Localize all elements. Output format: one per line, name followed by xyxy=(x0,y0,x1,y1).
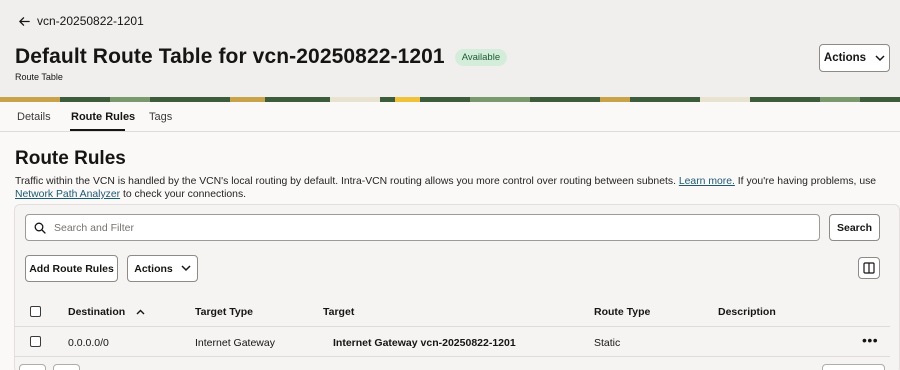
search-icon xyxy=(34,222,46,234)
page-title: Default Route Table for vcn-20250822-120… xyxy=(15,45,445,68)
column-settings-button[interactable] xyxy=(858,257,880,279)
column-header-label: Destination xyxy=(68,306,126,318)
table-header-divider xyxy=(14,326,890,327)
header-actions-button[interactable]: Actions xyxy=(819,44,890,72)
description-text-1: Traffic within the VCN is handled by the… xyxy=(15,176,676,187)
column-header-destination[interactable]: Destination xyxy=(68,306,145,318)
status-badge: Available xyxy=(454,48,508,66)
table-actions-label: Actions xyxy=(134,262,173,275)
sort-ascending-icon xyxy=(136,309,145,315)
cell-target[interactable]: Internet Gateway vcn-20250822-1201 xyxy=(333,337,516,349)
search-input[interactable] xyxy=(54,221,754,234)
description-text-3: to check your connections. xyxy=(123,189,247,200)
column-header-route-type[interactable]: Route Type xyxy=(594,306,650,318)
back-link-label: vcn-20250822-1201 xyxy=(37,14,144,28)
add-route-rules-button[interactable]: Add Route Rules xyxy=(25,255,118,282)
columns-icon xyxy=(863,262,875,274)
section-description: Traffic within the VCN is handled by the… xyxy=(15,175,890,201)
chevron-down-icon xyxy=(875,54,885,61)
learn-more-link[interactable]: Learn more. xyxy=(679,176,735,187)
search-button[interactable]: Search xyxy=(829,214,880,241)
pagination-previous-button[interactable] xyxy=(19,364,46,370)
arrow-left-icon xyxy=(19,16,30,26)
select-all-checkbox[interactable] xyxy=(30,306,41,317)
cell-destination: 0.0.0.0/0 xyxy=(68,337,109,349)
tab-tags[interactable]: Tags xyxy=(149,111,172,123)
page-subtitle: Route Table xyxy=(15,72,63,82)
tab-details[interactable]: Details xyxy=(17,111,51,123)
page-header: vcn-20250822-1201 Default Route Table fo… xyxy=(0,0,900,97)
column-header-target[interactable]: Target xyxy=(323,306,354,318)
page-size-select[interactable] xyxy=(822,364,885,370)
description-text-2: If you're having problems, use xyxy=(737,176,877,187)
back-link[interactable]: vcn-20250822-1201 xyxy=(18,14,144,28)
network-path-analyzer-link[interactable]: Network Path Analyzer xyxy=(15,189,120,200)
row-actions-menu-icon[interactable]: ••• xyxy=(862,333,878,347)
table-actions-button[interactable]: Actions xyxy=(127,255,198,282)
search-field[interactable] xyxy=(25,214,820,241)
column-header-target-type[interactable]: Target Type xyxy=(195,306,253,318)
table-row-divider xyxy=(14,356,890,357)
tab-bar: Details Route Rules Tags xyxy=(0,102,900,132)
chevron-down-icon xyxy=(181,265,191,272)
column-header-description[interactable]: Description xyxy=(718,306,776,318)
section-title: Route Rules xyxy=(15,148,126,169)
active-tab-indicator xyxy=(70,129,125,131)
row-checkbox[interactable] xyxy=(30,336,41,347)
pagination-next-button[interactable] xyxy=(53,364,80,370)
tab-route-rules[interactable]: Route Rules xyxy=(71,111,135,123)
cell-target-type: Internet Gateway xyxy=(195,337,275,349)
header-actions-label: Actions xyxy=(823,52,867,64)
cell-route-type: Static xyxy=(594,337,621,349)
